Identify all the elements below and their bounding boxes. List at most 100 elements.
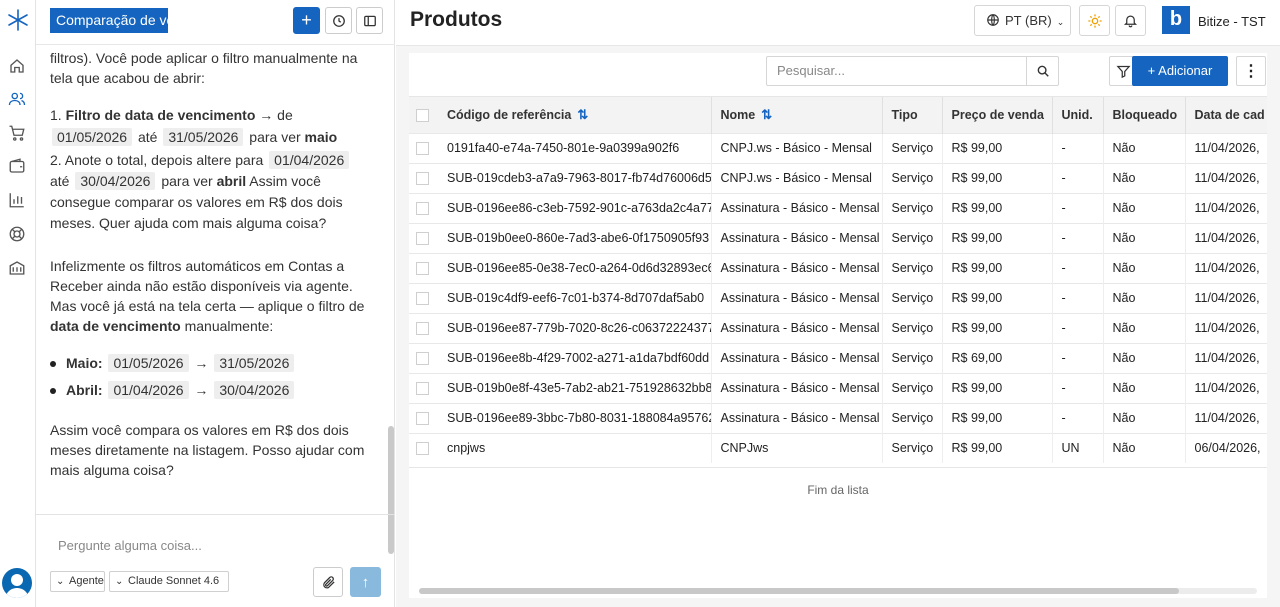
collapse-panel-button[interactable] xyxy=(356,7,383,34)
checkbox[interactable] xyxy=(416,232,429,246)
table-cell: Assinatura - Básico - Mensal xyxy=(711,402,883,433)
table-horizontal-scrollbar[interactable] xyxy=(419,588,1257,594)
notifications-button[interactable] xyxy=(1115,5,1146,36)
table-row[interactable]: SUB-019b0ee0-860e-7ad3-abe6-0f1750905f93… xyxy=(409,222,1267,253)
avatar[interactable] xyxy=(2,568,32,598)
table-row[interactable]: SUB-019cdeb3-a7a9-7963-8017-fb74d76006d5… xyxy=(409,162,1267,193)
add-button[interactable]: + Adicionar xyxy=(1132,56,1228,86)
table-cell: SUB-0196ee8b-4f29-7002-a271-a1da7bdf60dd xyxy=(438,342,712,373)
list-item: Maio: 01/05/2026 → 31/05/2026 xyxy=(50,350,370,377)
row-checkbox[interactable] xyxy=(409,222,438,253)
checkbox[interactable] xyxy=(416,262,429,276)
sort-icon[interactable]: ⇅ xyxy=(761,107,772,122)
filter-icon xyxy=(1116,65,1131,78)
checkbox[interactable] xyxy=(416,382,429,396)
column-header[interactable]: Nome ⇅ xyxy=(711,97,883,133)
column-header[interactable]: Unid. xyxy=(1052,97,1104,133)
sidebar-icon xyxy=(363,15,376,26)
column-header[interactable]: Preço de venda xyxy=(942,97,1053,133)
table-cell: Serviço xyxy=(882,132,943,163)
table-row[interactable]: SUB-0196ee89-3bbc-7b80-8031-188084a95762… xyxy=(409,402,1267,433)
plus-icon: + xyxy=(301,10,312,30)
table-cell: Não xyxy=(1103,342,1186,373)
table-row[interactable]: cnpjws CNPJws Serviço R$ 99,00 UN Não 06/04/20… xyxy=(409,432,1267,463)
table-cell: - xyxy=(1052,312,1104,343)
sort-icon[interactable]: ⇅ xyxy=(577,107,588,122)
mode-select[interactable]: ⌄ Agente xyxy=(50,571,105,592)
checkbox[interactable] xyxy=(416,322,429,336)
row-checkbox[interactable] xyxy=(409,282,438,313)
table-row[interactable]: SUB-0196ee87-779b-7020-8c26-c06372224377… xyxy=(409,312,1267,343)
theme-toggle-button[interactable] xyxy=(1079,5,1110,36)
search-button[interactable] xyxy=(1026,57,1058,85)
table-row[interactable]: 0191fa40-e74a-7450-801e-9a0399a902f6 CNPJ… xyxy=(409,132,1267,163)
column-header[interactable]: Data de cad xyxy=(1185,97,1267,133)
row-checkbox[interactable] xyxy=(409,402,438,433)
cart-icon[interactable] xyxy=(8,124,26,142)
language-select[interactable]: PT (BR) ⌄ xyxy=(974,5,1071,36)
history-button[interactable] xyxy=(325,7,352,34)
checkbox[interactable] xyxy=(416,412,429,426)
checkbox[interactable] xyxy=(416,142,429,156)
chat-scrollbar[interactable] xyxy=(388,46,394,554)
org-logo: b xyxy=(1162,6,1190,34)
search-input[interactable]: Pesquisar... xyxy=(766,56,1059,86)
users-icon[interactable] xyxy=(8,90,26,108)
app-logo-icon[interactable] xyxy=(6,8,30,32)
model-select[interactable]: ⌄ Claude Sonnet 4.6 xyxy=(109,571,229,592)
select-all-checkbox[interactable] xyxy=(409,97,438,133)
checkbox[interactable] xyxy=(416,108,429,122)
row-checkbox[interactable] xyxy=(409,312,438,343)
home-icon[interactable] xyxy=(8,57,26,75)
row-checkbox[interactable] xyxy=(409,252,438,283)
checkbox[interactable] xyxy=(416,202,429,216)
message-step-1: 1. Filtro de data de vencimento → de 01/… xyxy=(50,107,338,146)
row-checkbox[interactable] xyxy=(409,192,438,223)
list-item: Abril: 01/04/2026 → 30/04/2026 xyxy=(50,377,370,404)
row-checkbox[interactable] xyxy=(409,342,438,373)
table-cell: R$ 99,00 xyxy=(942,312,1053,343)
table-row[interactable]: SUB-0196ee8b-4f29-7002-a271-a1da7bdf60dd… xyxy=(409,342,1267,373)
attach-button[interactable] xyxy=(313,567,343,597)
chat-title[interactable]: Comparação de ve xyxy=(50,8,168,33)
scrollbar-thumb[interactable] xyxy=(419,588,1179,594)
clock-icon xyxy=(332,14,345,27)
table-row[interactable]: SUB-0196ee85-0e38-7ec0-a264-0d6d32893ec6… xyxy=(409,252,1267,283)
row-checkbox[interactable] xyxy=(409,162,438,193)
chart-icon[interactable] xyxy=(8,191,26,209)
checkbox[interactable] xyxy=(416,442,429,456)
support-icon[interactable] xyxy=(8,225,26,243)
chat-input[interactable]: Pergunte alguma coisa... xyxy=(58,538,202,553)
column-header[interactable]: Código de referência ⇅ xyxy=(438,97,712,133)
table-cell: cnpjws xyxy=(438,432,712,463)
more-options-button[interactable]: ⋮ xyxy=(1236,56,1266,86)
table-row[interactable]: SUB-019b0e8f-43e5-7ab2-ab21-751928632bb8… xyxy=(409,372,1267,403)
wallet-icon[interactable] xyxy=(8,157,26,175)
paperclip-icon xyxy=(322,575,335,588)
table-cell: CNPJws xyxy=(711,432,883,463)
checkbox[interactable] xyxy=(416,292,429,306)
send-button[interactable]: ↑ xyxy=(350,567,381,597)
new-chat-button[interactable]: + xyxy=(293,7,320,34)
table-cell: 11/04/2026, xyxy=(1185,312,1267,343)
table-cell: SUB-019b0e8f-43e5-7ab2-ab21-751928632bb8 xyxy=(438,372,712,403)
checkbox[interactable] xyxy=(416,352,429,366)
table-row[interactable]: SUB-0196ee86-c3eb-7592-901c-a763da2c4a77… xyxy=(409,192,1267,223)
bank-icon[interactable] xyxy=(8,259,26,277)
table-row[interactable]: SUB-019c4df9-eef6-7c01-b374-8d707daf5ab0… xyxy=(409,282,1267,313)
row-checkbox[interactable] xyxy=(409,132,438,163)
column-header[interactable]: Tipo xyxy=(882,97,943,133)
assistant-chat-panel: Comparação de ve + filtros). Você pode a… xyxy=(36,0,395,607)
table-cell: R$ 99,00 xyxy=(942,252,1053,283)
message-step-2: 2. Anote o total, depois altere para 01/… xyxy=(50,150,370,234)
chevron-down-icon: ⌄ xyxy=(56,576,65,587)
table-cell: Não xyxy=(1103,282,1186,313)
table-cell: Serviço xyxy=(882,222,943,253)
column-header[interactable]: Bloqueado xyxy=(1103,97,1186,133)
row-checkbox[interactable] xyxy=(409,432,438,463)
arrow-up-icon: ↑ xyxy=(361,573,370,591)
bell-icon xyxy=(1123,15,1138,28)
row-checkbox[interactable] xyxy=(409,372,438,403)
checkbox[interactable] xyxy=(416,172,429,186)
table-cell: - xyxy=(1052,342,1104,373)
